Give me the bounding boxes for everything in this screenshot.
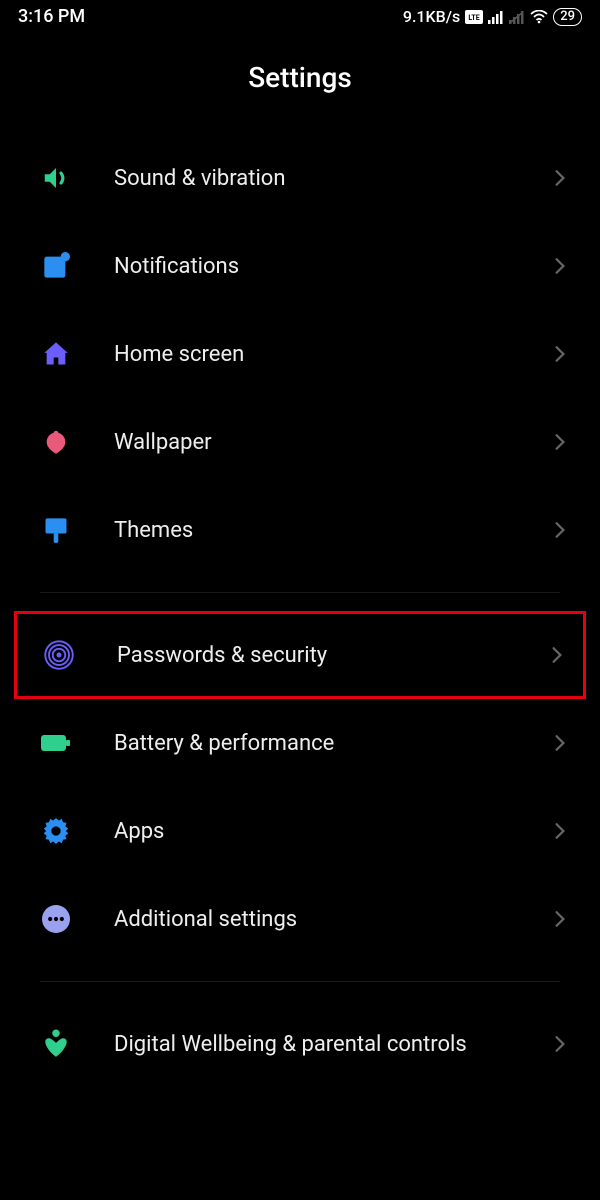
battery-icon: 29	[553, 8, 582, 26]
signal-1-icon	[488, 10, 504, 24]
wellbeing-icon	[40, 1028, 72, 1060]
chevron-right-icon	[547, 645, 567, 665]
svg-text:LTE: LTE	[469, 14, 480, 22]
row-label: Sound & vibration	[114, 166, 550, 191]
chevron-right-icon	[550, 432, 570, 452]
chevron-right-icon	[550, 821, 570, 841]
fingerprint-icon	[43, 639, 75, 671]
apps-icon	[40, 815, 72, 847]
row-label: Wallpaper	[114, 430, 550, 455]
status-bar: 3:16 PM 9.1KB/s LTE 29	[0, 0, 600, 31]
page-title: Settings	[0, 61, 600, 94]
chevron-right-icon	[550, 520, 570, 540]
chevron-right-icon	[550, 168, 570, 188]
row-label: Home screen	[114, 342, 550, 367]
chevron-right-icon	[550, 1034, 570, 1054]
settings-item-notifications[interactable]: Notifications	[0, 222, 600, 310]
sound-icon	[40, 162, 72, 194]
settings-item-apps[interactable]: Apps	[0, 787, 600, 875]
row-label: Notifications	[114, 254, 550, 279]
settings-item-wellbeing[interactable]: Digital Wellbeing & parental controls	[0, 1000, 600, 1088]
volte-icon: LTE	[465, 10, 483, 24]
divider	[40, 981, 560, 982]
settings-item-themes[interactable]: Themes	[0, 486, 600, 574]
row-label: Battery & performance	[114, 731, 550, 756]
network-speed: 9.1KB/s	[403, 7, 460, 26]
status-time: 3:16 PM	[18, 6, 85, 27]
settings-item-battery[interactable]: Battery & performance	[0, 699, 600, 787]
row-label: Passwords & security	[117, 643, 547, 668]
home-icon	[40, 338, 72, 370]
row-label: Digital Wellbeing & parental controls	[114, 1032, 550, 1057]
signal-2-icon	[509, 10, 525, 24]
row-label: Themes	[114, 518, 550, 543]
settings-item-security[interactable]: Passwords & security	[14, 611, 586, 699]
settings-item-sound[interactable]: Sound & vibration	[0, 134, 600, 222]
notifications-icon	[40, 250, 72, 282]
wallpaper-icon	[40, 426, 72, 458]
themes-icon	[40, 514, 72, 546]
row-label: Apps	[114, 819, 550, 844]
chevron-right-icon	[550, 256, 570, 276]
status-icons: 9.1KB/s LTE 29	[403, 7, 582, 26]
settings-item-home[interactable]: Home screen	[0, 310, 600, 398]
row-label: Additional settings	[114, 907, 550, 932]
more-icon	[40, 903, 72, 935]
battery-perf-icon	[40, 727, 72, 759]
chevron-right-icon	[550, 733, 570, 753]
wifi-icon	[530, 10, 548, 24]
settings-item-wallpaper[interactable]: Wallpaper	[0, 398, 600, 486]
divider	[40, 592, 560, 593]
chevron-right-icon	[550, 909, 570, 929]
settings-item-additional[interactable]: Additional settings	[0, 875, 600, 963]
chevron-right-icon	[550, 344, 570, 364]
